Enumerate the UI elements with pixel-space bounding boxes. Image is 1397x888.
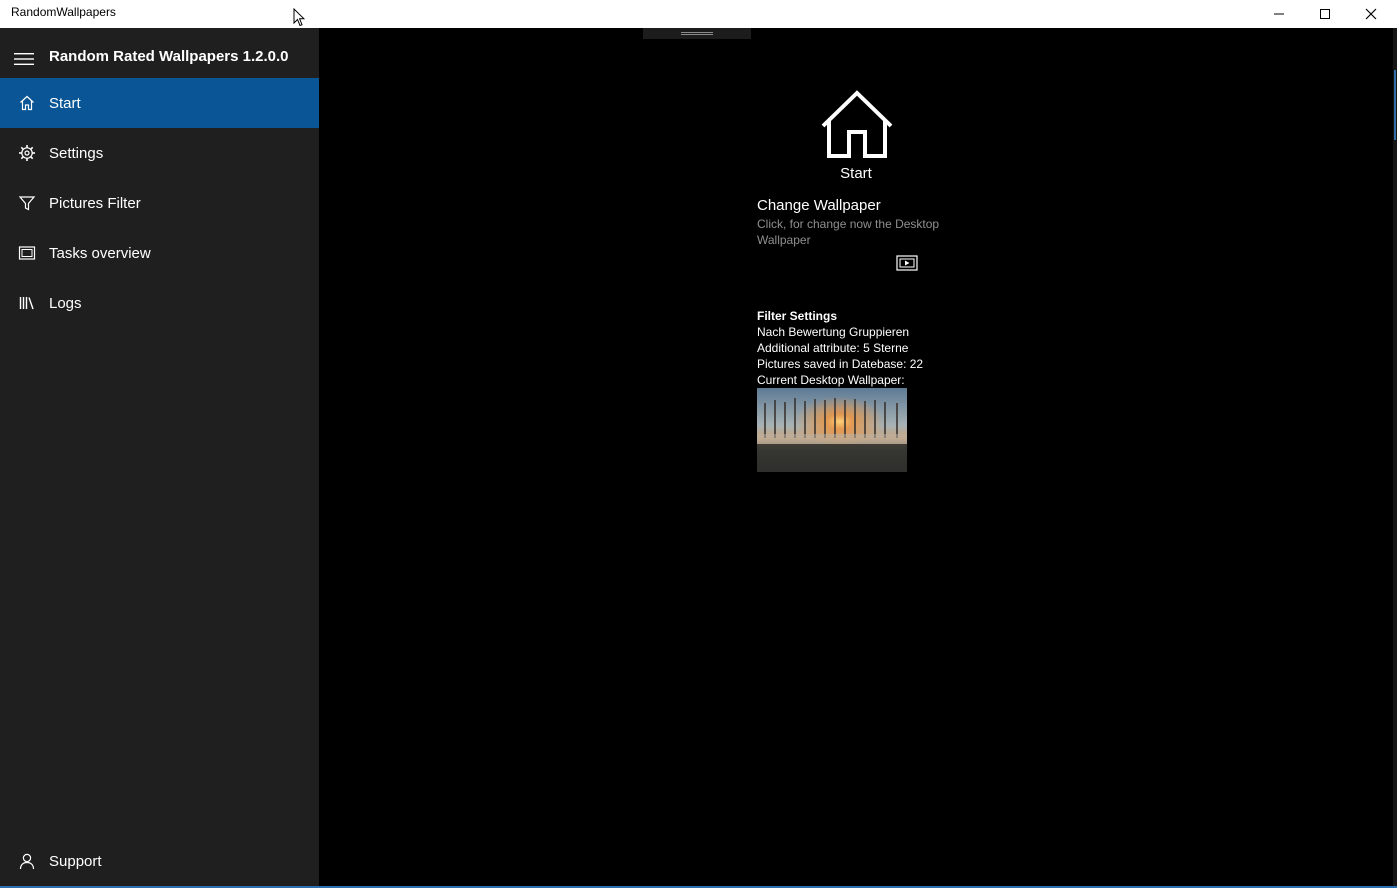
- minimize-icon: [1274, 13, 1284, 15]
- title-bar: RandomWallpapers: [0, 0, 1397, 28]
- filter-group-text: Nach Bewertung Gruppieren: [757, 325, 910, 339]
- nav-item-label: Settings: [49, 144, 104, 162]
- window-title: RandomWallpapers: [11, 5, 116, 19]
- maximize-icon: [1320, 9, 1330, 19]
- library-icon: [19, 297, 34, 310]
- navigation-pane: Random Rated Wallpapers 1.2.0.0 Start Se…: [0, 28, 319, 886]
- window-border: [1393, 28, 1397, 888]
- nav-item-settings[interactable]: Settings: [0, 128, 319, 178]
- app-title: Random Rated Wallpapers 1.2.0.0: [49, 48, 289, 65]
- close-button[interactable]: [1348, 0, 1394, 28]
- filter-attribute-text: Additional attribute: 5 Sterne: [757, 341, 909, 355]
- close-icon: [1365, 8, 1377, 20]
- nav-item-label: Logs: [49, 294, 82, 312]
- filter-settings-heading: Filter Settings: [757, 309, 838, 323]
- current-wallpaper-image: [757, 388, 907, 472]
- change-wallpaper-title: Change Wallpaper: [757, 197, 881, 214]
- nav-item-label: Pictures Filter: [49, 194, 141, 212]
- gear-icon: [19, 145, 35, 161]
- pictures-count-text: Pictures saved in Datebase: 22: [757, 357, 924, 371]
- mouse-cursor-icon: [293, 8, 305, 27]
- minimize-button[interactable]: [1256, 0, 1302, 28]
- drag-handle[interactable]: [643, 28, 751, 39]
- home-icon: [20, 95, 34, 111]
- tasks-icon: [18, 246, 36, 260]
- hamburger-menu-icon[interactable]: [14, 52, 34, 66]
- nav-item-label: Support: [49, 852, 102, 870]
- person-icon: [19, 853, 35, 870]
- home-icon: [821, 90, 893, 158]
- page-title: Start: [840, 165, 872, 182]
- nav-item-start[interactable]: Start: [0, 78, 319, 128]
- maximize-button[interactable]: [1302, 0, 1348, 28]
- nav-item-label: Start: [49, 94, 81, 112]
- change-wallpaper-description: Click, for change now the Desktop Wallpa…: [757, 217, 940, 247]
- nav-item-tasks-overview[interactable]: Tasks overview: [0, 228, 319, 278]
- current-wallpaper-label: Current Desktop Wallpaper:: [757, 373, 905, 387]
- change-wallpaper-button[interactable]: [896, 255, 918, 271]
- filter-icon: [18, 196, 36, 211]
- nav-item-support[interactable]: Support: [0, 836, 319, 886]
- nav-item-logs[interactable]: Logs: [0, 278, 319, 328]
- nav-item-label: Tasks overview: [49, 244, 151, 262]
- nav-item-pictures-filter[interactable]: Pictures Filter: [0, 178, 319, 228]
